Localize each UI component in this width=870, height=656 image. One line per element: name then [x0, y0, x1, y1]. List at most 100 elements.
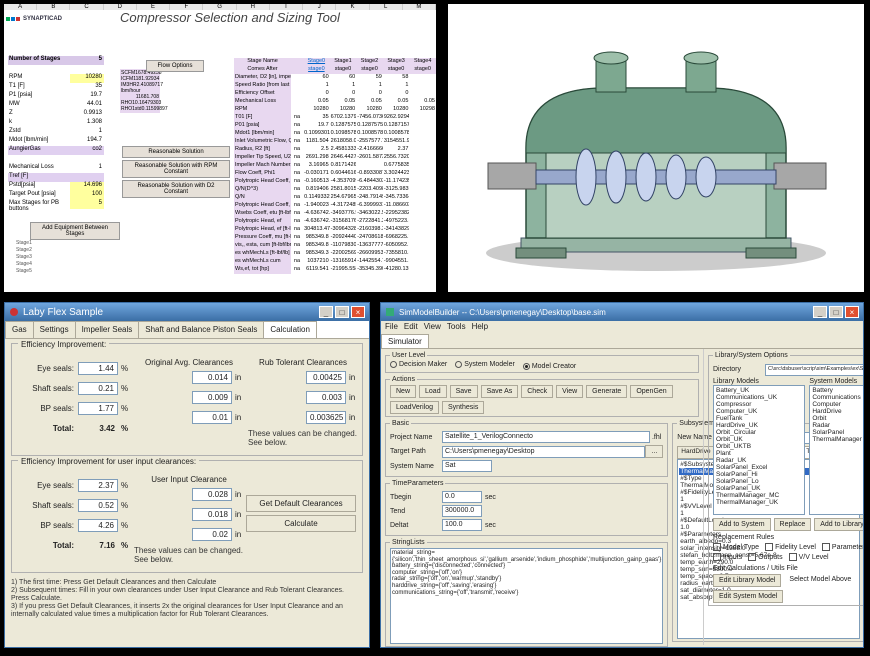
laby-tabs: GasSettingsImpeller SealsShaft and Balan… — [5, 321, 369, 339]
edit-model-button[interactable]: Edit System Model — [713, 590, 783, 603]
excel-input-row[interactable]: P1 [psia]19.7 — [8, 92, 104, 101]
laby-tab[interactable]: Impeller Seals — [75, 321, 140, 338]
get-default-clearances-button[interactable]: Get Default Clearances — [246, 495, 356, 512]
clearance-value[interactable]: 2.37 — [78, 479, 118, 492]
clearance-value[interactable]: 0.02 — [192, 528, 232, 541]
replacement-rule-checkbox[interactable]: Parameters — [822, 543, 864, 551]
library-action-button[interactable]: Replace — [774, 518, 812, 531]
action-button[interactable]: LoadVerilog — [390, 401, 439, 414]
clearance-value[interactable]: 0.01 — [192, 411, 232, 424]
action-button[interactable]: Load — [419, 385, 447, 398]
action-button[interactable]: Synthesis — [442, 401, 484, 414]
action-button[interactable]: Save — [450, 385, 478, 398]
clearance-value[interactable]: 0.028 — [192, 488, 232, 501]
simulator-tab[interactable]: Simulator — [381, 334, 429, 348]
smb-menubar[interactable]: File Edit View Tools Help — [381, 321, 863, 334]
clearance-value[interactable]: 0.003 — [306, 391, 346, 404]
excel-input-row[interactable]: Mechanical Loss1 — [8, 164, 104, 173]
clearance-value[interactable]: 4.26 — [78, 519, 118, 532]
solution-button[interactable]: Reasonable Solution with D2 Constant — [122, 180, 230, 198]
user-level-radio[interactable]: Decision Maker — [390, 361, 447, 368]
edit-model-button[interactable]: Select Model Above — [784, 574, 856, 587]
laby-footnotes: 1) The first time: Press Get Default Cle… — [5, 577, 369, 621]
excel-input-row[interactable]: Zstd1 — [8, 128, 104, 137]
efficiency-improvement-group: Efficiency Improvement: Eye seals:1.44%S… — [11, 343, 363, 456]
clearance-value[interactable]: 0.003625 — [306, 411, 346, 424]
system-name-input[interactable]: Sat — [442, 460, 492, 472]
clearance-value[interactable]: 0.018 — [192, 508, 232, 521]
menu-item[interactable]: File — [385, 322, 398, 331]
flow-options-button[interactable]: Flow Options — [146, 60, 204, 72]
laby-tab[interactable]: Shaft and Balance Piston Seals — [138, 321, 264, 338]
excel-input-row[interactable]: AungierGasco2 — [8, 146, 104, 155]
excel-input-row[interactable]: Tref [F] — [8, 173, 104, 182]
library-dir-input[interactable]: C\src\dsbuser\scrip\sim\Examples\ex\Sate… — [765, 364, 864, 376]
laby-flex-window: Laby Flex Sample _ □ × GasSettingsImpell… — [4, 302, 370, 648]
action-button[interactable]: Save As — [481, 385, 519, 398]
solution-button[interactable]: Reasonable Solution with RPM Constant — [122, 160, 230, 178]
menu-item[interactable]: Tools — [447, 322, 466, 331]
library-action-button[interactable]: Add to Library — [814, 518, 864, 531]
menu-item[interactable]: Help — [472, 322, 488, 331]
edit-model-button[interactable]: Edit Library Model — [713, 574, 781, 587]
tbegin-input[interactable]: 0.0 — [442, 491, 482, 503]
laby-tab[interactable]: Settings — [33, 321, 76, 338]
compressor-cutaway-image — [448, 4, 864, 292]
maximize-button[interactable]: □ — [829, 306, 843, 318]
replacement-rule-checkbox[interactable]: V/V Level — [789, 553, 829, 561]
excel-input-row[interactable] — [8, 65, 104, 74]
tend-input[interactable]: 300000.0 — [442, 505, 482, 517]
maximize-button[interactable]: □ — [335, 306, 349, 318]
excel-input-row[interactable] — [8, 155, 104, 164]
action-button[interactable]: View — [556, 385, 583, 398]
excel-input-row[interactable]: Z0.9913 — [8, 110, 104, 119]
system-models-listbox[interactable]: BatteryCommunicationsComputerHardDriveOr… — [809, 385, 864, 515]
replacement-rule-checkbox[interactable]: Outputs — [748, 553, 783, 561]
minimize-button[interactable]: _ — [319, 306, 333, 318]
browse-button[interactable]: ... — [645, 445, 663, 458]
target-path-input[interactable]: C:\Users\pmenegay\Desktop — [442, 446, 645, 458]
replacement-rule-checkbox[interactable]: Inputs — [713, 553, 742, 561]
close-button[interactable]: × — [351, 306, 365, 318]
clearance-value[interactable]: 1.77 — [78, 402, 118, 415]
replacement-rule-checkbox[interactable]: Model Type — [713, 543, 759, 551]
add-equipment-button[interactable]: Add Equipment Between Stages — [30, 222, 120, 240]
clearance-value[interactable]: 0.009 — [192, 391, 232, 404]
menu-item[interactable]: View — [424, 322, 441, 331]
excel-input-row[interactable]: k1.308 — [8, 119, 104, 128]
library-models-listbox[interactable]: Battery_UKCommunications_UKCompressorCom… — [713, 385, 805, 515]
calculate-button[interactable]: Calculate — [246, 515, 356, 532]
action-button[interactable]: New — [390, 385, 416, 398]
project-name-input[interactable]: Satellite_1_VerilogConnecto — [442, 431, 650, 443]
deltat-input[interactable]: 100.0 — [442, 519, 482, 531]
excel-input-row[interactable]: RPM10280 — [8, 74, 104, 83]
clearance-value[interactable]: 0.014 — [192, 371, 232, 384]
laby-tab[interactable]: Gas — [5, 321, 34, 338]
excel-input-row[interactable]: T1 [F]35 — [8, 83, 104, 92]
clearance-value[interactable]: 0.52 — [78, 499, 118, 512]
smb-titlebar: SimModelBuilder -- C:\Users\pmenegay\Des… — [381, 303, 863, 321]
stringlists-textbox[interactable]: material_string={'silicon','thin_sheet_a… — [390, 548, 663, 644]
clearance-value[interactable]: 0.00425 — [306, 371, 346, 384]
solution-button[interactable]: Reasonable Solution — [122, 146, 230, 158]
excel-input-row[interactable]: Mdot [lbm/min]194.7 — [8, 137, 104, 146]
user-level-radio[interactable]: Model Creator — [523, 363, 576, 370]
excel-input-row[interactable]: MW44.01 — [8, 101, 104, 110]
user-input-hdr: User Input Clearance — [132, 475, 246, 484]
clearance-value[interactable]: 0.21 — [78, 382, 118, 395]
excel-input-row[interactable]: Max Stages for PB buttons5 — [8, 200, 104, 209]
minimize-button[interactable]: _ — [813, 306, 827, 318]
excel-input-row[interactable]: Target Pout [psia]100 — [8, 191, 104, 200]
replacement-rule-checkbox[interactable]: Fidelity Level — [765, 543, 816, 551]
action-button[interactable]: Generate — [586, 385, 627, 398]
action-button[interactable]: Check — [521, 385, 553, 398]
library-action-button[interactable]: Add to System — [713, 518, 771, 531]
laby-tab[interactable]: Calculation — [263, 321, 317, 338]
action-button[interactable]: OpenGen — [630, 385, 672, 398]
user-level-radio[interactable]: System Modeler — [455, 361, 515, 368]
clearance-value[interactable]: 1.44 — [78, 362, 118, 375]
excel-input-row[interactable]: Number of Stages5 — [8, 56, 104, 65]
close-button[interactable]: × — [845, 306, 859, 318]
excel-input-row[interactable]: Pstd[psia]14.696 — [8, 182, 104, 191]
menu-item[interactable]: Edit — [404, 322, 418, 331]
